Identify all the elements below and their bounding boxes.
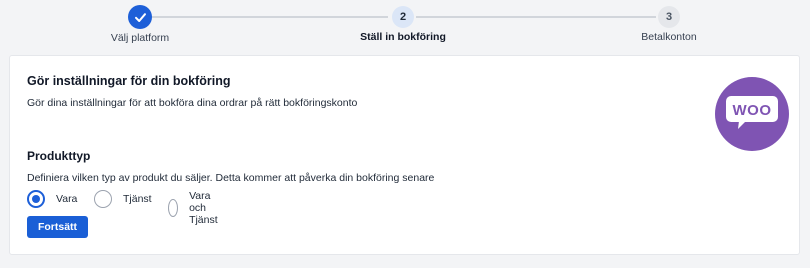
radio-dot xyxy=(32,195,40,203)
step-label: Ställ in bokföring xyxy=(360,31,446,43)
check-icon xyxy=(134,12,146,22)
radio-label: Vara och Tjänst xyxy=(189,190,218,226)
radio-button-selected[interactable] xyxy=(27,190,45,208)
step-number: 3 xyxy=(658,6,680,28)
woocommerce-logo-icon: WOO xyxy=(726,96,778,129)
product-type-description: Definiera vilken typ av produkt du sälje… xyxy=(27,172,435,184)
step-number: 2 xyxy=(392,6,414,28)
radio-option-goods-and-service[interactable]: Vara och Tjänst xyxy=(168,190,226,226)
progress-stepper: Välj platform 2 Ställ in bokföring 3 Bet… xyxy=(0,0,810,46)
step-complete-circle xyxy=(128,5,152,29)
step-label: Välj platform xyxy=(110,32,170,44)
radio-button[interactable] xyxy=(168,199,179,217)
woocommerce-logo: WOO xyxy=(715,77,789,151)
radio-label: Vara xyxy=(56,193,78,205)
svg-text:WOO: WOO xyxy=(733,102,772,119)
step-accounting-setup[interactable]: 2 Ställ in bokföring xyxy=(333,6,473,43)
card-title: Gör inställningar för din bokföring xyxy=(27,74,231,88)
product-type-title: Produkttyp xyxy=(27,149,91,163)
step-payment-accounts[interactable]: 3 Betalkonton xyxy=(599,6,739,43)
radio-label: Tjänst xyxy=(123,193,152,205)
radio-option-goods[interactable]: Vara xyxy=(27,190,77,208)
settings-card: Gör inställningar för din bokföring Gör … xyxy=(9,55,800,255)
radio-button[interactable] xyxy=(94,190,112,208)
step-choose-platform[interactable]: Välj platform xyxy=(70,5,210,44)
card-description: Gör dina inställningar för att bokföra d… xyxy=(27,97,358,109)
radio-option-service[interactable]: Tjänst xyxy=(94,190,152,208)
step-label: Betalkonton xyxy=(641,31,697,43)
continue-button[interactable]: Fortsätt xyxy=(27,216,88,238)
